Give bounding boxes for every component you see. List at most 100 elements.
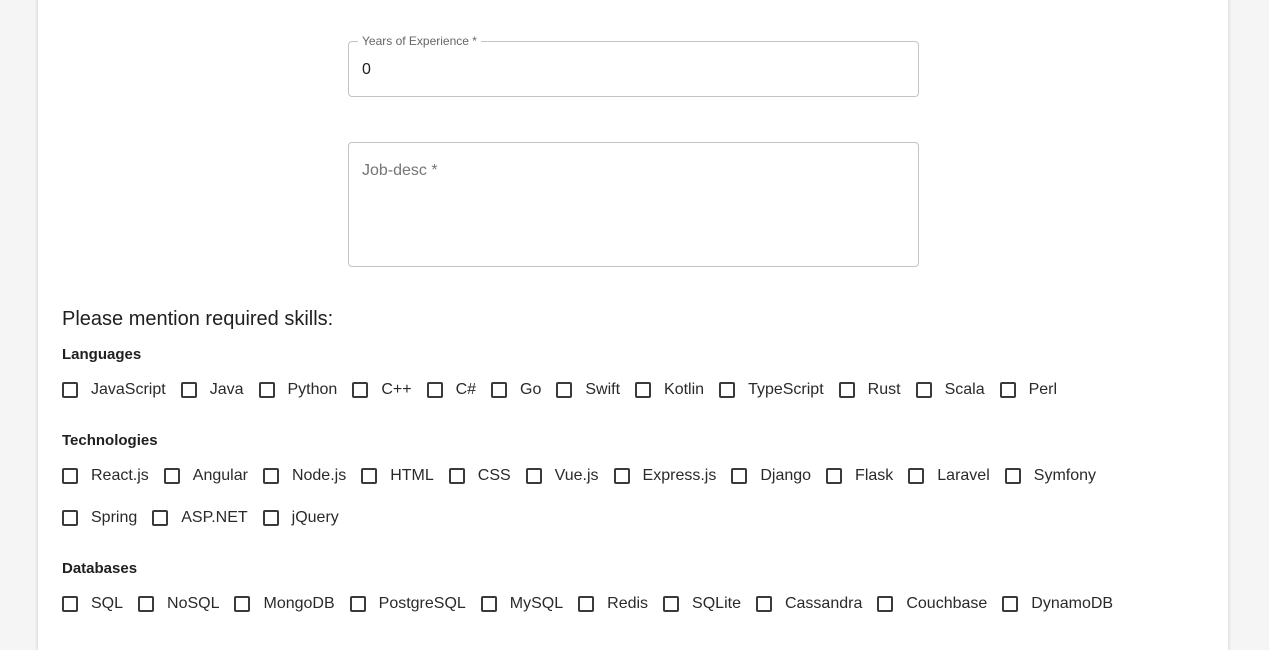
checkbox-mysql[interactable] <box>480 596 497 612</box>
checkbox-sql[interactable] <box>62 596 78 612</box>
skill-option-cassandra[interactable]: Cassandra <box>755 594 862 614</box>
skill-option-python[interactable]: Python <box>258 380 337 400</box>
skill-option-node-js[interactable]: Node.js <box>262 466 346 486</box>
checkbox-mongodb[interactable] <box>234 596 251 612</box>
checkbox-css[interactable] <box>448 468 465 484</box>
skill-option-sqlite[interactable]: SQLite <box>663 594 741 614</box>
checkbox-node-js[interactable] <box>262 468 279 484</box>
technologies-row-2: Spring ASP.NET jQuery <box>62 506 354 530</box>
checkbox-angular[interactable] <box>163 468 180 484</box>
skill-option-swift[interactable]: Swift <box>556 380 620 400</box>
checkbox-label-css: CSS <box>477 467 511 484</box>
checkbox-sqlite[interactable] <box>663 596 680 612</box>
skill-option-csharp[interactable]: C# <box>426 380 477 400</box>
checkbox-laravel[interactable] <box>908 468 925 484</box>
checkbox-flask[interactable] <box>826 468 843 484</box>
job-desc-textarea[interactable]: Job-desc * <box>348 142 919 267</box>
skill-option-couchbase[interactable]: Couchbase <box>877 594 987 614</box>
checkbox-redis[interactable] <box>578 596 595 612</box>
checkbox-label-html: HTML <box>390 467 434 484</box>
checkbox-label-perl: Perl <box>1028 381 1058 398</box>
skill-option-react-js[interactable]: React.js <box>62 466 149 486</box>
skill-option-kotlin[interactable]: Kotlin <box>635 380 704 400</box>
languages-row-1: JavaScript Java Python C++ C# Go Swift Kotlin Ty… <box>62 378 1072 402</box>
checkbox-symfony[interactable] <box>1004 468 1021 484</box>
checkbox-scala[interactable] <box>915 382 932 398</box>
checkbox-nosql[interactable] <box>138 596 155 612</box>
checkbox-swift[interactable] <box>556 382 573 398</box>
checkbox-spring[interactable] <box>62 510 78 526</box>
skill-option-angular[interactable]: Angular <box>163 466 248 486</box>
skill-option-javascript[interactable]: JavaScript <box>62 380 166 400</box>
checkbox-label-symfony: Symfony <box>1033 467 1097 484</box>
skill-option-symfony[interactable]: Symfony <box>1004 466 1097 486</box>
skill-option-perl[interactable]: Perl <box>999 380 1058 400</box>
checkbox-dynamodb[interactable] <box>1002 596 1019 612</box>
group-title-technologies: Technologies <box>62 432 158 449</box>
checkbox-label-kotlin: Kotlin <box>664 381 705 398</box>
checkbox-vue-js[interactable] <box>525 468 542 484</box>
checkbox-label-sqlite: SQLite <box>692 595 741 612</box>
skill-option-html[interactable]: HTML <box>361 466 434 486</box>
checkbox-label-typescript: TypeScript <box>748 381 824 398</box>
skill-option-jquery[interactable]: jQuery <box>262 508 339 528</box>
skill-option-vue-js[interactable]: Vue.js <box>525 466 599 486</box>
checkbox-label-redis: Redis <box>607 595 649 612</box>
checkbox-label-angular: Angular <box>192 467 248 484</box>
checkbox-label-django: Django <box>760 467 812 484</box>
skill-option-java[interactable]: Java <box>180 380 244 400</box>
checkbox-javascript[interactable] <box>62 382 78 398</box>
skill-option-typescript[interactable]: TypeScript <box>719 380 824 400</box>
skill-option-cplusplus[interactable]: C++ <box>352 380 412 400</box>
years-of-experience-field[interactable]: Years of Experience * 0 <box>348 34 919 97</box>
checkbox-label-java: Java <box>209 381 244 398</box>
skill-option-sql[interactable]: SQL <box>62 594 123 614</box>
skill-option-django[interactable]: Django <box>731 466 811 486</box>
checkbox-express-js[interactable] <box>613 468 630 484</box>
checkbox-cplusplus[interactable] <box>352 382 369 398</box>
checkbox-jquery[interactable] <box>262 510 279 526</box>
checkbox-kotlin[interactable] <box>635 382 652 398</box>
skill-option-css[interactable]: CSS <box>448 466 511 486</box>
years-of-experience-value[interactable]: 0 <box>362 60 371 80</box>
skill-option-mysql[interactable]: MySQL <box>480 594 564 614</box>
checkbox-typescript[interactable] <box>719 382 736 398</box>
skill-option-dynamodb[interactable]: DynamoDB <box>1002 594 1113 614</box>
checkbox-cassandra[interactable] <box>755 596 772 612</box>
skill-option-asp-net[interactable]: ASP.NET <box>152 508 248 528</box>
skill-option-laravel[interactable]: Laravel <box>908 466 990 486</box>
checkbox-couchbase[interactable] <box>877 596 894 612</box>
skill-option-redis[interactable]: Redis <box>578 594 648 614</box>
checkbox-go[interactable] <box>491 382 508 398</box>
checkbox-rust[interactable] <box>838 382 855 398</box>
checkbox-label-swift: Swift <box>585 381 621 398</box>
checkbox-label-laravel: Laravel <box>937 467 990 484</box>
skill-option-go[interactable]: Go <box>491 380 541 400</box>
checkbox-python[interactable] <box>258 382 275 398</box>
checkbox-react-js[interactable] <box>62 468 78 484</box>
checkbox-label-flask: Flask <box>855 467 894 484</box>
checkbox-django[interactable] <box>731 468 748 484</box>
skill-option-postgresql[interactable]: PostgreSQL <box>349 594 466 614</box>
skill-option-rust[interactable]: Rust <box>838 380 901 400</box>
databases-row-1: SQL NoSQL MongoDB PostgreSQL MySQL Redis SQLit… <box>62 592 1128 616</box>
checkbox-asp-net[interactable] <box>152 510 169 526</box>
skill-option-spring[interactable]: Spring <box>62 508 137 528</box>
checkbox-postgresql[interactable] <box>349 596 366 612</box>
checkbox-label-csharp: C# <box>455 381 477 398</box>
checkbox-label-couchbase: Couchbase <box>906 595 988 612</box>
checkbox-java[interactable] <box>180 382 197 398</box>
skill-option-scala[interactable]: Scala <box>915 380 985 400</box>
skill-option-nosql[interactable]: NoSQL <box>138 594 219 614</box>
checkbox-label-cplusplus: C++ <box>381 381 412 398</box>
checkbox-csharp[interactable] <box>426 382 443 398</box>
checkbox-label-jquery: jQuery <box>291 509 339 526</box>
skill-option-mongodb[interactable]: MongoDB <box>234 594 335 614</box>
skill-option-express-js[interactable]: Express.js <box>613 466 716 486</box>
job-desc-placeholder: Job-desc * <box>362 162 438 179</box>
checkbox-label-dynamodb: DynamoDB <box>1031 595 1114 612</box>
checkbox-html[interactable] <box>361 468 378 484</box>
checkbox-label-mysql: MySQL <box>509 595 564 612</box>
checkbox-perl[interactable] <box>999 382 1016 398</box>
skill-option-flask[interactable]: Flask <box>826 466 893 486</box>
